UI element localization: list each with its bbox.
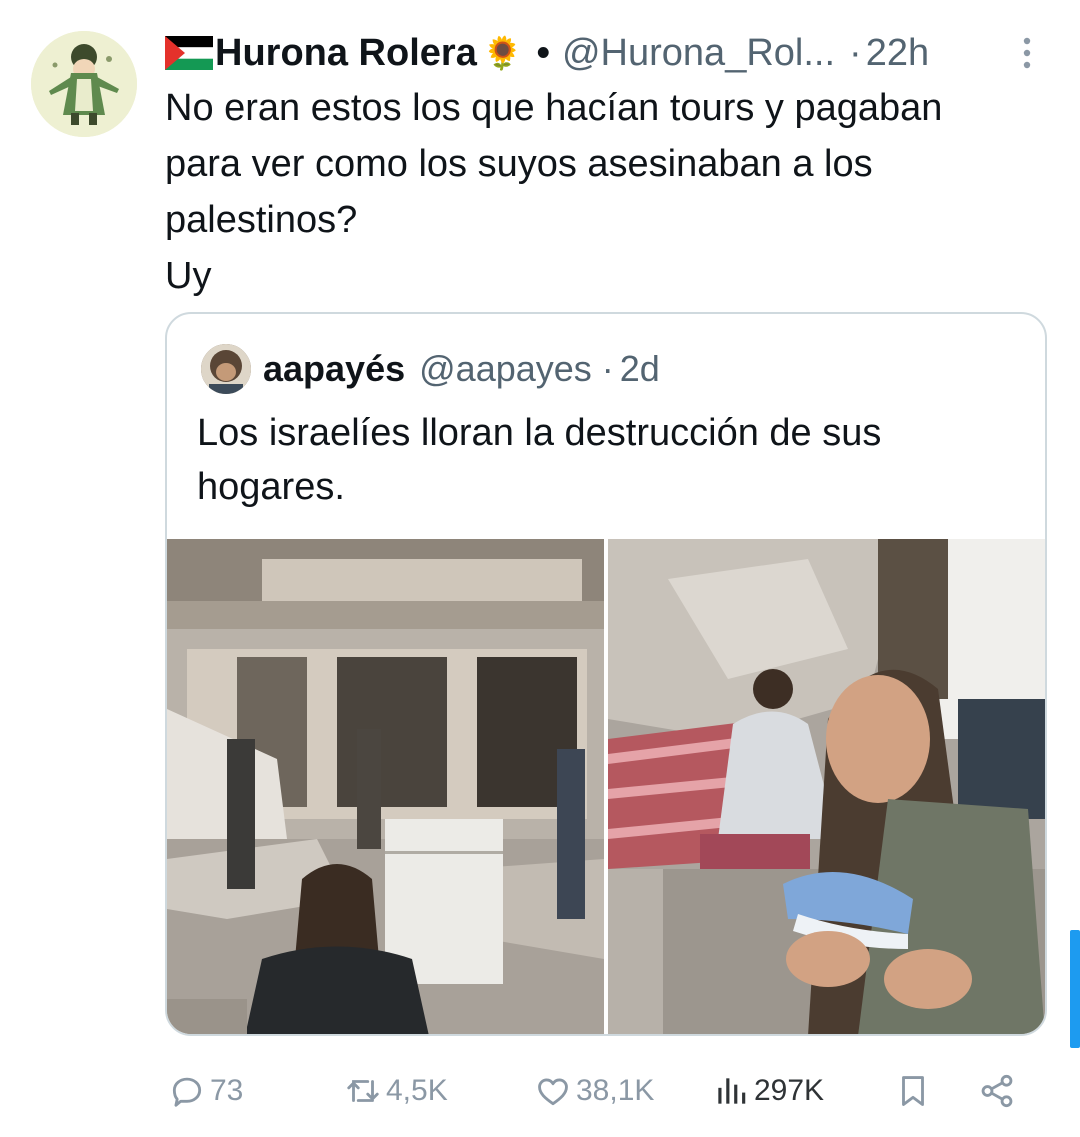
retweet-count: 4,5K bbox=[386, 1074, 448, 1107]
avatar-illustration bbox=[31, 31, 137, 137]
tweet-text: No eran estos los que hacían tours y pag… bbox=[165, 87, 943, 297]
views-chart-icon bbox=[718, 1078, 746, 1104]
share-button[interactable] bbox=[978, 1066, 1020, 1116]
palestine-flag-icon bbox=[165, 36, 213, 70]
time-separator: · bbox=[849, 31, 862, 74]
bookmark-button[interactable] bbox=[894, 1066, 936, 1116]
sunflower-emoji: 🌻 bbox=[482, 35, 523, 71]
quoted-avatar-photo bbox=[201, 344, 251, 394]
tweet-timestamp[interactable]: 22h bbox=[866, 32, 929, 75]
header-separator: • bbox=[536, 31, 550, 74]
views-count: 297K bbox=[754, 1074, 825, 1107]
heart-icon bbox=[538, 1078, 568, 1106]
media-photo-left[interactable] bbox=[167, 539, 604, 1036]
quoted-text: Los israelíes lloran la destrucción de s… bbox=[197, 412, 882, 508]
quoted-timestamp[interactable]: 2d bbox=[620, 348, 660, 390]
author-handle[interactable]: @Hurona_Rol... bbox=[562, 32, 835, 75]
tweet-action-bar: 73 4,5K 38,1K 297K bbox=[168, 1066, 1048, 1116]
quoted-header: aapayés @aapayes · 2d bbox=[263, 344, 660, 394]
author-display-name[interactable]: Hurona Rolera bbox=[215, 32, 477, 75]
quoted-time-separator: · bbox=[601, 348, 614, 389]
author-avatar[interactable] bbox=[31, 31, 137, 137]
like-count: 38,1K bbox=[576, 1074, 655, 1107]
retweet-icon bbox=[347, 1080, 379, 1102]
reply-count: 73 bbox=[210, 1074, 244, 1107]
scrollbar-thumb[interactable] bbox=[1070, 930, 1080, 1048]
bookmark-icon bbox=[902, 1076, 924, 1106]
retweet-button[interactable]: 4,5K bbox=[344, 1066, 448, 1116]
media-photo-right[interactable] bbox=[608, 539, 1045, 1036]
quoted-media bbox=[167, 539, 1045, 1036]
more-options-icon[interactable] bbox=[1020, 36, 1034, 70]
quoted-tweet[interactable]: aapayés @aapayes · 2d Los israelíes llor… bbox=[165, 312, 1047, 1036]
reply-button[interactable]: 73 bbox=[168, 1066, 243, 1116]
views-button[interactable]: 297K bbox=[712, 1066, 824, 1116]
quoted-author-avatar[interactable] bbox=[201, 344, 251, 394]
share-icon bbox=[981, 1074, 1013, 1108]
tweet-header: Hurona Rolera 🌻 • @Hurona_Rol... · 22h bbox=[165, 28, 1045, 78]
quoted-display-name[interactable]: aapayés bbox=[263, 348, 405, 390]
reply-icon bbox=[172, 1077, 202, 1107]
like-button[interactable]: 38,1K bbox=[534, 1066, 654, 1116]
quoted-handle[interactable]: @aapayes bbox=[419, 348, 592, 390]
